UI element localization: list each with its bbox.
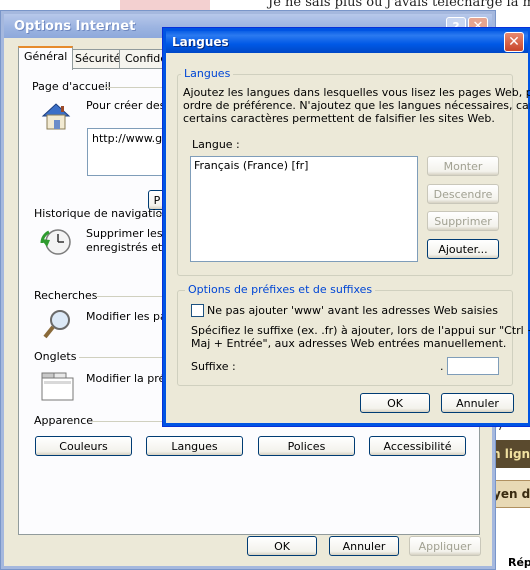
suffix-dot: . — [440, 360, 444, 373]
home-page-url-field[interactable]: http://www.go — [87, 128, 167, 176]
languages-titlebar[interactable]: Langues ✕ — [166, 31, 528, 53]
background-footer-text: Rép — [508, 556, 530, 569]
home-icon — [39, 99, 73, 133]
suffix-label: Suffixe : — [191, 360, 236, 373]
fonts-button[interactable]: Polices — [258, 436, 355, 456]
tab-general[interactable]: Général — [18, 46, 74, 70]
group-divider — [96, 296, 166, 297]
history-clock-icon — [39, 225, 73, 259]
languages-intro-line1: Ajoutez les langues dans lesquelles vous… — [183, 86, 530, 99]
remove-button[interactable]: Supprimer — [427, 211, 499, 231]
options-apply-button[interactable]: Appliquer — [409, 536, 481, 556]
colors-button[interactable]: Couleurs — [35, 436, 132, 456]
languages-button[interactable]: Langues — [146, 436, 243, 456]
appearance-group-title: Apparence — [34, 414, 94, 427]
tabs-group-title: Onglets — [34, 350, 77, 363]
history-group-title: Historique de navigation — [34, 207, 170, 220]
magnifier-icon — [41, 307, 75, 341]
languages-intro-line2: ordre de préférence. N'ajoutez que les l… — [183, 99, 530, 112]
language-list-label: Langue : — [192, 138, 240, 151]
languages-title: Langues — [172, 35, 229, 49]
no-www-label: Ne pas ajouter 'www' avant les adresses … — [207, 304, 498, 317]
options-title: Options Internet — [14, 19, 136, 34]
tab-security[interactable]: Sécurité — [69, 49, 127, 68]
search-group-title: Recherches — [34, 289, 98, 302]
no-www-checkbox[interactable] — [191, 304, 204, 317]
language-list[interactable]: Français (France) [fr] — [190, 156, 418, 262]
options-ok-button[interactable]: OK — [247, 536, 317, 556]
suffix-input[interactable] — [447, 357, 499, 375]
languages-close-button[interactable]: ✕ — [504, 32, 524, 52]
accessibility-button[interactable]: Accessibilité — [369, 436, 466, 456]
options-cancel-button[interactable]: Annuler — [329, 536, 399, 556]
group-divider — [105, 87, 165, 88]
suffix-description-line2: Maj + Entrée", aux adresses Web entrées … — [191, 337, 507, 350]
languages-intro-line3: certains caractères permettent de falsif… — [183, 112, 495, 125]
language-list-item[interactable]: Français (France) [fr] — [194, 159, 414, 172]
tabs-window-icon — [41, 369, 75, 403]
prefix-suffix-group-title: Options de préfixes et de suffixes — [185, 283, 376, 296]
languages-group-title: Langues — [181, 67, 234, 80]
move-down-button[interactable]: Descendre — [427, 184, 499, 204]
home-page-group-title: Page d'accueil — [32, 80, 111, 93]
background-text: Je ne sais plus où j'avais téléchargé la… — [268, 0, 530, 10]
move-up-button[interactable]: Monter — [427, 156, 499, 176]
suffix-description-line1: Spécifiez le suffixe (ex. .fr) à ajouter… — [191, 324, 530, 337]
languages-ok-button[interactable]: OK — [360, 393, 430, 413]
languages-dialog: Langues ✕ Langues Ajoutez les langues da… — [162, 27, 530, 427]
languages-cancel-button[interactable]: Annuler — [441, 393, 514, 413]
group-divider — [79, 357, 166, 358]
add-language-button[interactable]: Ajouter... — [427, 239, 499, 259]
